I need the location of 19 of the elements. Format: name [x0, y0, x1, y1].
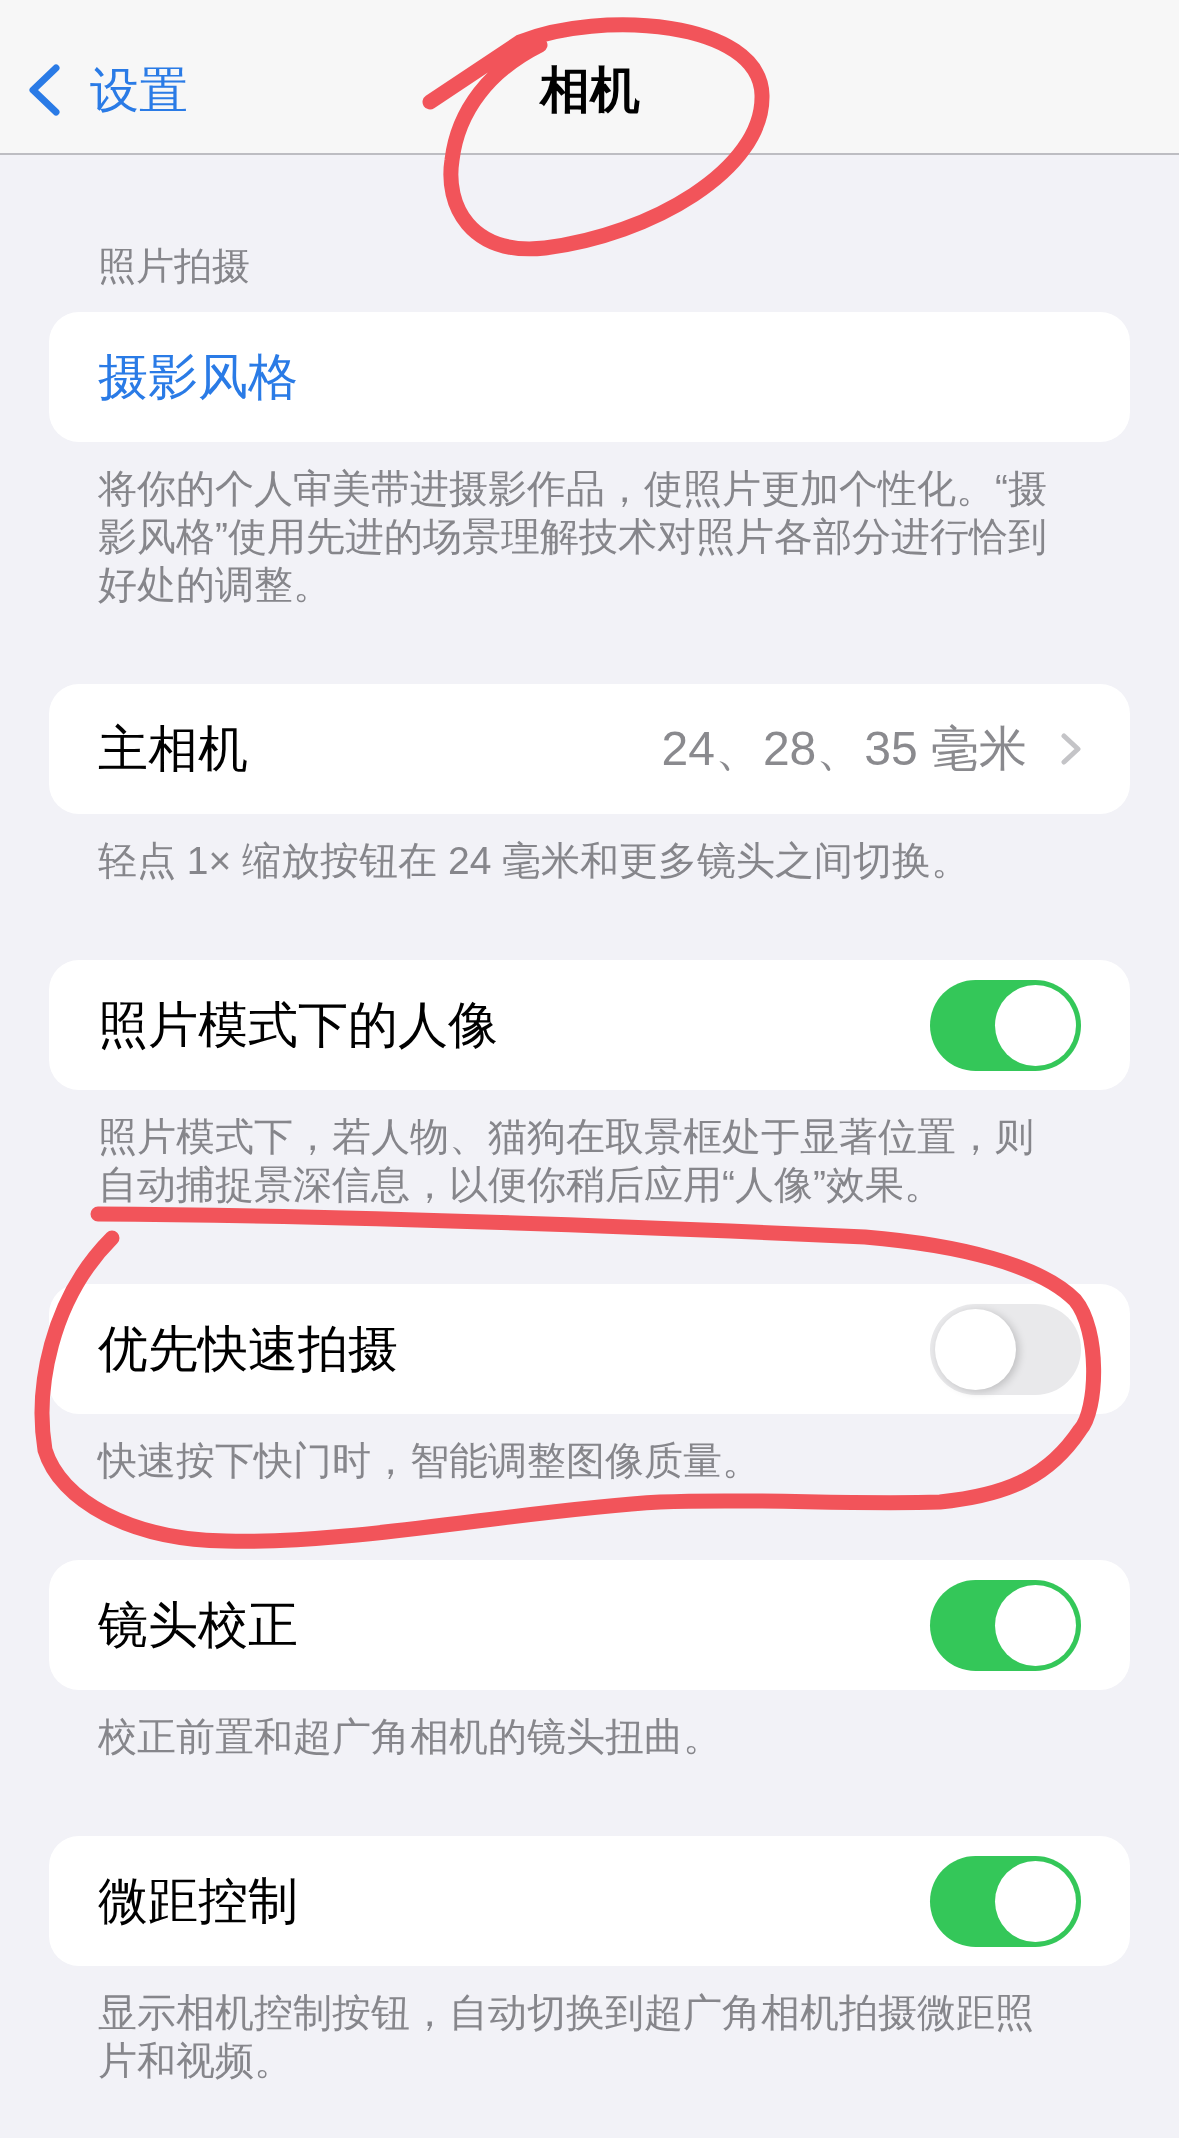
settings-row[interactable]: 主相机 24、28、35 毫米 [49, 684, 1130, 814]
row-label: 镜头校正 [98, 1600, 298, 1650]
row-value: 24、28、35 毫米 [661, 725, 1027, 773]
section-footer: 照片模式下，若人物、猫狗在取景框处于显著位置，则自动捕捉景深信息，以便你稍后应用“人像”效果。 [49, 1090, 1130, 1209]
section-footer: 轻点 1× 缩放按钮在 24 毫米和更多镜头之间切换。 [49, 814, 1130, 885]
back-button[interactable]: 设置 [0, 64, 188, 116]
chevron-right-icon [1061, 733, 1081, 765]
section-footer: 快速按下快门时，智能调整图像质量。 [49, 1414, 1130, 1485]
section-header: 照片拍摄 [97, 244, 251, 289]
toggle-switch[interactable] [930, 1303, 1081, 1395]
row-label: 微距控制 [98, 1876, 298, 1926]
section-footer: 将你的个人审美带进摄影作品，使照片更加个性化。“摄影风格”使用先进的场景理解技术对照片各部分进行恰到好处的调整。 [49, 442, 1130, 609]
section-footer: 显示相机控制按钮，自动切换到超广角相机拍摄微距照片和视频。 [49, 1966, 1130, 2085]
row-label: 照片模式下的人像 [98, 1000, 498, 1050]
chevron-left-icon [28, 64, 61, 116]
page-title: 相机 [539, 65, 640, 115]
row-label: 优先快速拍摄 [98, 1324, 398, 1374]
settings-row[interactable]: 摄影风格 [49, 312, 1130, 442]
section-footer: 校正前置和超广角相机的镜头扭曲。 [49, 1690, 1130, 1761]
